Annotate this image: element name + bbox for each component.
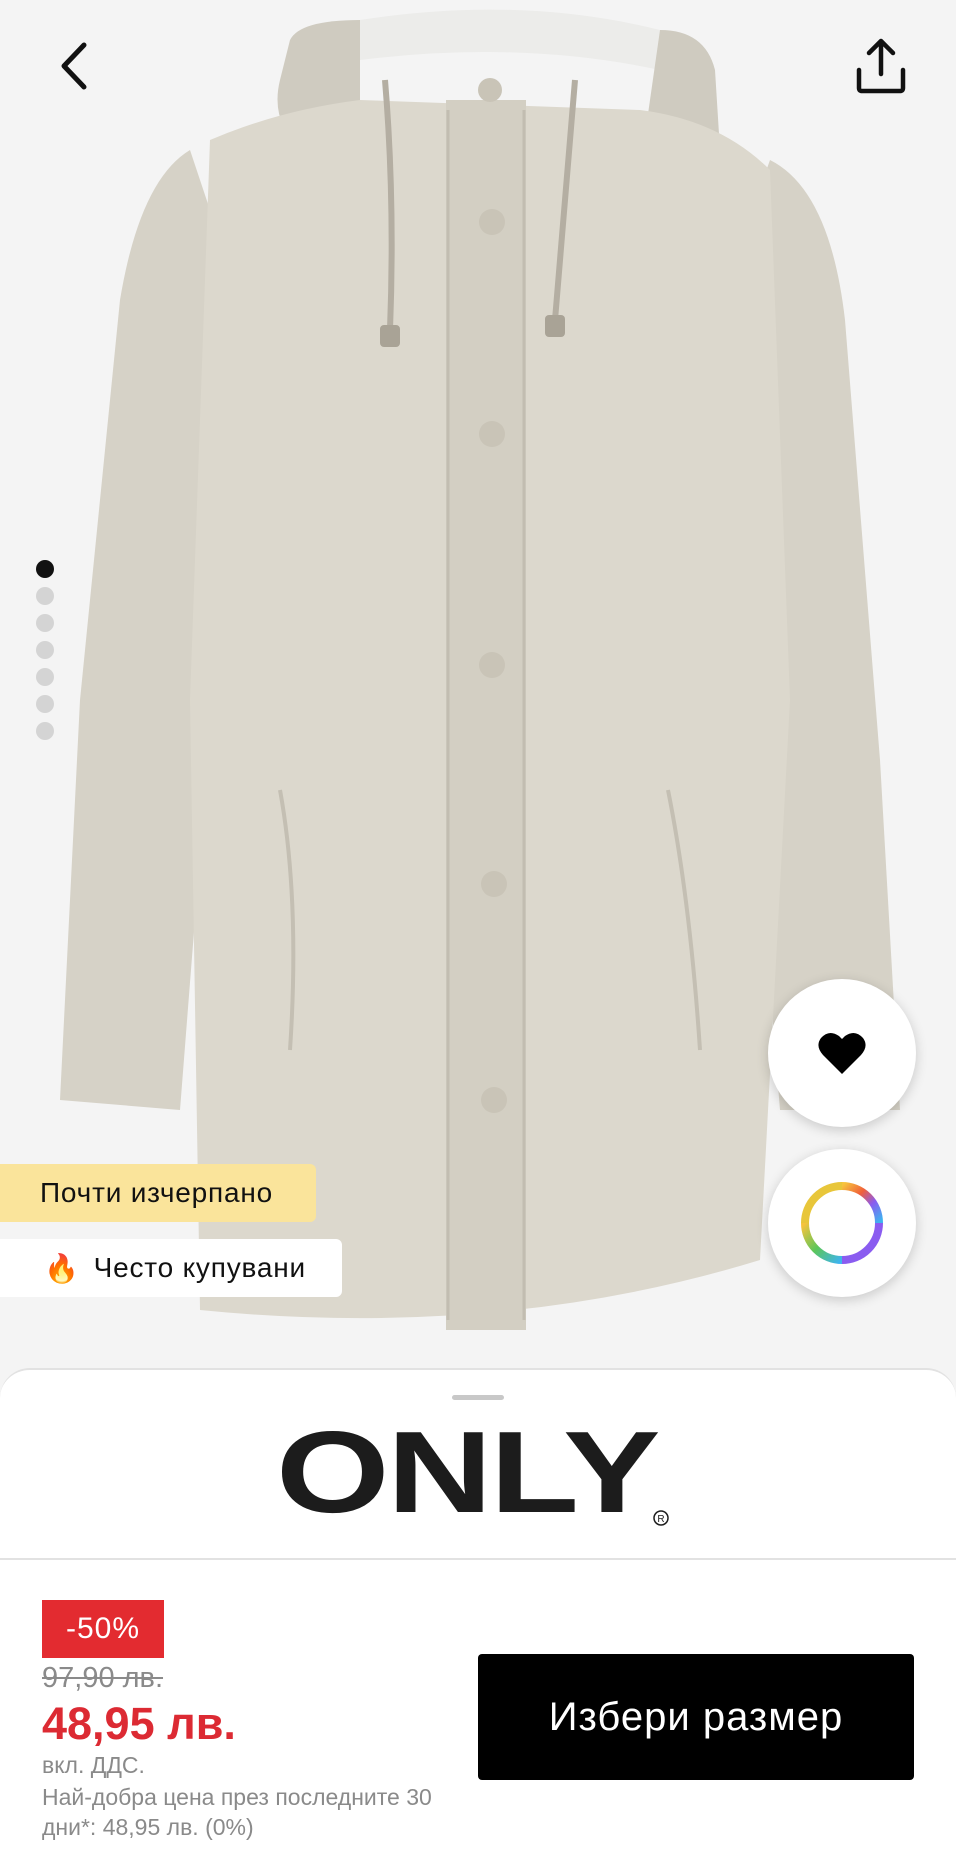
low-stock-label: Почти изчерпано (40, 1177, 273, 1208)
gallery-dot[interactable] (36, 614, 54, 632)
popular-badge: 🔥 Често купувани (0, 1239, 342, 1297)
wishlist-button[interactable] (768, 979, 916, 1127)
gallery-pagination (36, 560, 54, 749)
gallery-dot[interactable] (36, 695, 54, 713)
gallery-dot[interactable] (36, 668, 54, 686)
heart-icon (818, 1032, 866, 1074)
svg-text:R: R (657, 1514, 664, 1525)
color-options-button[interactable] (768, 1149, 916, 1297)
gallery-dot[interactable] (36, 641, 54, 659)
chevron-left-icon (61, 42, 87, 90)
svg-text:ONLY: ONLY (276, 1422, 659, 1532)
low-stock-badge: Почти изчерпано (0, 1164, 316, 1222)
original-price: 97,90 лв. (42, 1662, 164, 1694)
back-button[interactable] (34, 26, 114, 106)
share-button[interactable] (841, 26, 921, 106)
gallery-dot[interactable] (36, 560, 54, 578)
best-price-note: Най-добра цена през последните 30 дни*: … (42, 1784, 432, 1840)
color-wheel-icon (801, 1182, 883, 1264)
brand-logo[interactable]: ONLY R (276, 1422, 676, 1532)
gallery-dot[interactable] (36, 587, 54, 605)
gallery-dot[interactable] (36, 722, 54, 740)
fire-icon: 🔥 (44, 1252, 80, 1284)
discount-badge: -50% (42, 1600, 164, 1658)
vat-note: вкл. ДДС. (42, 1752, 145, 1778)
sale-price: 48,95 лв. (42, 1698, 236, 1749)
share-upload-icon (856, 38, 906, 94)
select-size-button[interactable]: Избери размер (478, 1654, 914, 1780)
purchase-bar: -50% 97,90 лв. 48,95 лв. вкл. ДДС. Най-д… (0, 1558, 956, 1852)
popular-label: Често купувани (93, 1252, 306, 1283)
drag-handle[interactable] (452, 1395, 504, 1400)
product-image[interactable]: Почти изчерпано 🔥 Често купувани (0, 0, 956, 1370)
product-info-sheet[interactable]: ONLY R (0, 1368, 956, 1560)
